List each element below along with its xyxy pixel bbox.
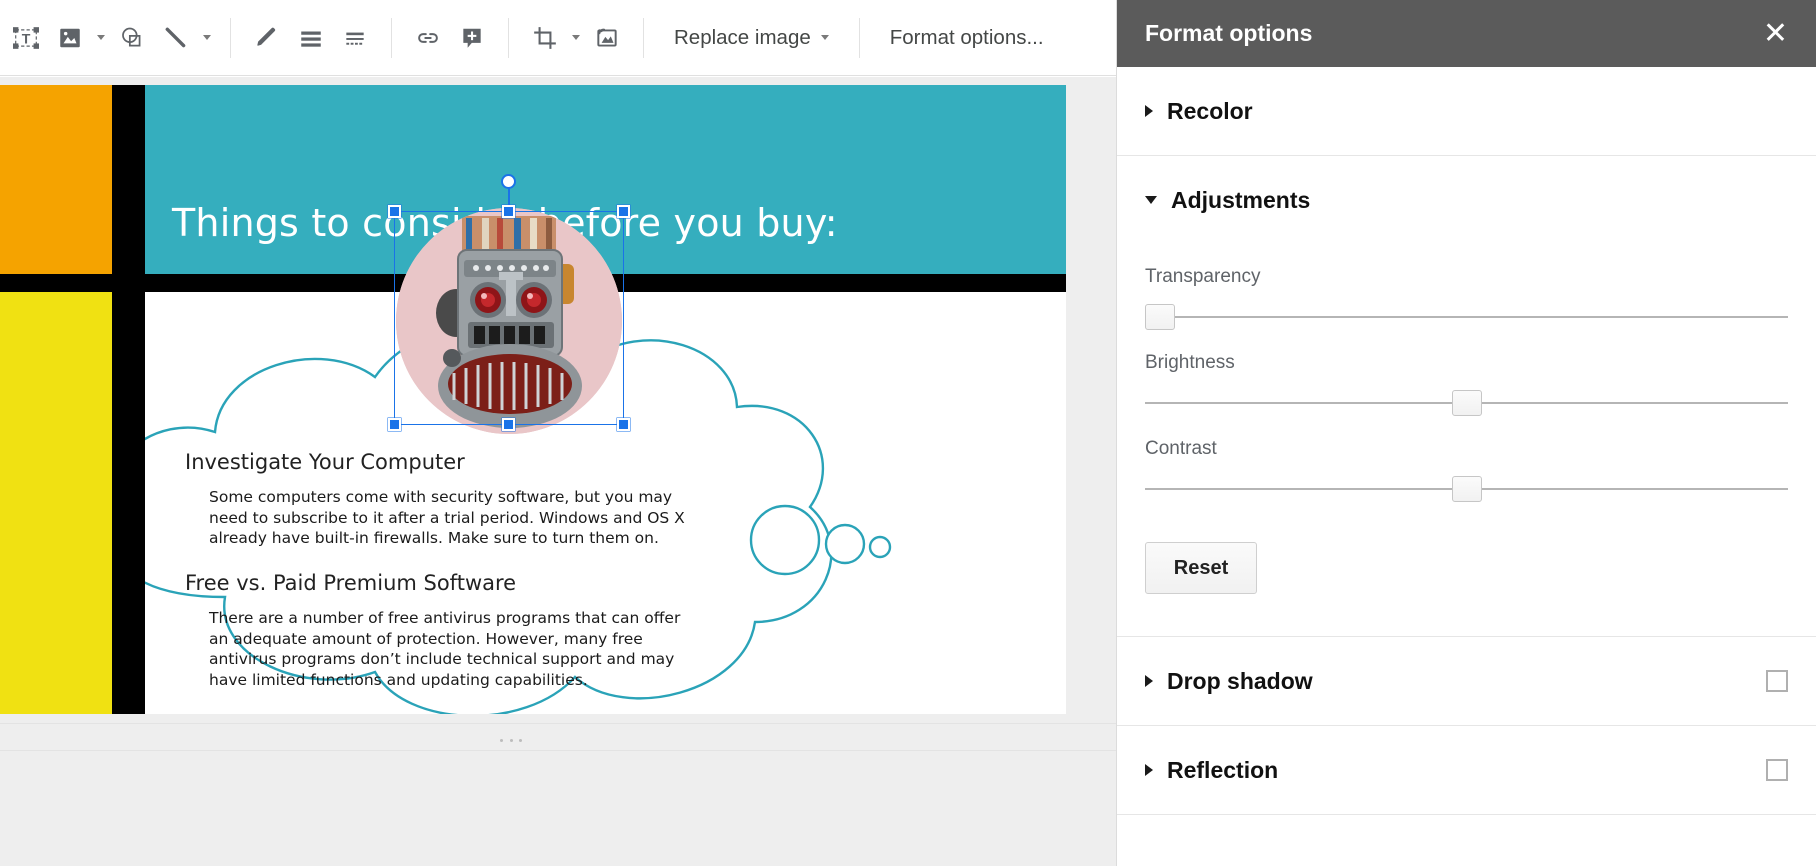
mask-image-icon[interactable] bbox=[585, 16, 629, 60]
toolbar-group-image-tools bbox=[523, 14, 629, 62]
content-heading-1: Investigate Your Computer bbox=[185, 450, 465, 474]
toolbar-divider bbox=[391, 17, 392, 58]
brightness-slider-thumb[interactable] bbox=[1451, 390, 1482, 416]
section-adjustments-label: Adjustments bbox=[1171, 186, 1311, 213]
border-dash-icon[interactable] bbox=[333, 16, 377, 60]
reset-button[interactable]: Reset bbox=[1145, 542, 1257, 594]
resize-handle-bottom-right[interactable] bbox=[617, 418, 630, 431]
section-reflection: Reflection bbox=[1117, 726, 1816, 815]
toolbar-group-insert: T bbox=[4, 14, 216, 62]
slide[interactable]: Things to consider before you buy: Inves… bbox=[0, 85, 1066, 714]
link-icon[interactable] bbox=[406, 16, 450, 60]
image-icon[interactable] bbox=[48, 16, 92, 60]
contrast-slider[interactable] bbox=[1145, 476, 1788, 502]
chevron-down-icon bbox=[1145, 196, 1157, 204]
resize-handle-top-right[interactable] bbox=[617, 205, 630, 218]
section-adjustments-header[interactable]: Adjustments bbox=[1145, 156, 1788, 244]
slide-canvas-area[interactable]: Things to consider before you buy: Inves… bbox=[0, 77, 1116, 866]
replace-image-caret-icon bbox=[820, 35, 829, 40]
format-options-button[interactable]: Format options... bbox=[874, 16, 1060, 60]
toolbar-group-insert-extras bbox=[406, 14, 494, 62]
panel-header: Format options ✕ bbox=[1117, 0, 1816, 67]
transparency-label: Transparency bbox=[1145, 266, 1261, 287]
image-dropdown-caret-icon[interactable] bbox=[92, 16, 110, 60]
toolbar-divider bbox=[858, 17, 860, 58]
svg-text:T: T bbox=[22, 30, 31, 46]
section-adjustments: Adjustments Transparency Brightness Cont… bbox=[1117, 156, 1816, 637]
toolbar-divider bbox=[643, 17, 644, 58]
drag-dot bbox=[509, 739, 513, 742]
chevron-right-icon bbox=[1145, 764, 1153, 776]
section-recolor-header[interactable]: Recolor bbox=[1145, 67, 1788, 155]
brightness-slider[interactable] bbox=[1145, 390, 1788, 416]
contrast-label: Contrast bbox=[1145, 438, 1217, 459]
text-box-icon[interactable]: T bbox=[4, 16, 48, 60]
panel-drag-handle[interactable] bbox=[500, 739, 522, 742]
contrast-slider-thumb[interactable] bbox=[1451, 476, 1482, 502]
image-toolbar: T Replace image Format options... bbox=[0, 0, 1292, 76]
teal-header-block bbox=[145, 85, 1066, 274]
section-drop-shadow-label: Drop shadow bbox=[1167, 667, 1313, 694]
rotate-handle[interactable] bbox=[501, 174, 516, 189]
resize-handle-bottom-left[interactable] bbox=[388, 418, 401, 431]
section-drop-shadow-header[interactable]: Drop shadow bbox=[1145, 637, 1788, 725]
transparency-slider[interactable] bbox=[1145, 304, 1788, 330]
toolbar-group-format bbox=[245, 14, 377, 62]
close-icon[interactable]: ✕ bbox=[1757, 15, 1794, 53]
resize-handle-top-center[interactable] bbox=[502, 205, 515, 218]
resize-handle-bottom-center[interactable] bbox=[502, 418, 515, 431]
crop-dropdown-caret-icon[interactable] bbox=[567, 16, 585, 60]
brightness-label: Brightness bbox=[1145, 352, 1235, 373]
content-paragraph-2: There are a number of free antivirus pro… bbox=[209, 609, 681, 690]
comment-icon[interactable] bbox=[450, 16, 494, 60]
fill-color-icon[interactable] bbox=[289, 16, 333, 60]
orange-block bbox=[0, 85, 112, 274]
canvas-bottom-bar bbox=[0, 723, 1116, 751]
content-paragraph-1: Some computers come with security softwa… bbox=[209, 488, 685, 548]
line-icon[interactable] bbox=[154, 16, 198, 60]
drag-dot bbox=[519, 739, 522, 742]
format-options-panel: Format options ✕ Recolor Adjustments Tra… bbox=[1116, 0, 1816, 866]
slide-text-column[interactable]: Investigate Your Computer Some computers… bbox=[185, 450, 745, 691]
replace-image-button[interactable]: Replace image bbox=[658, 16, 845, 60]
reflection-checkbox[interactable] bbox=[1766, 759, 1788, 781]
section-reflection-label: Reflection bbox=[1167, 756, 1279, 783]
yellow-block bbox=[0, 292, 112, 714]
pen-icon[interactable] bbox=[245, 16, 289, 60]
drop-shadow-checkbox[interactable] bbox=[1766, 670, 1788, 692]
panel-title: Format options bbox=[1145, 20, 1313, 46]
adjustments-body: Transparency Brightness Contrast Reset bbox=[1145, 266, 1788, 636]
section-drop-shadow: Drop shadow bbox=[1117, 637, 1816, 726]
drag-dot bbox=[500, 739, 503, 742]
section-recolor: Recolor bbox=[1117, 67, 1816, 156]
transparency-slider-track bbox=[1145, 316, 1788, 318]
section-reflection-header[interactable]: Reflection bbox=[1145, 726, 1788, 814]
format-options-label: Format options... bbox=[889, 25, 1044, 49]
chevron-right-icon bbox=[1145, 675, 1153, 687]
robot-image[interactable] bbox=[396, 208, 622, 434]
replace-image-label: Replace image bbox=[674, 25, 811, 49]
shape-icon[interactable] bbox=[110, 16, 154, 60]
toolbar-divider bbox=[230, 17, 231, 58]
resize-handle-top-left[interactable] bbox=[388, 205, 401, 218]
content-heading-2: Free vs. Paid Premium Software bbox=[185, 571, 517, 596]
crop-icon[interactable] bbox=[523, 16, 567, 60]
chevron-right-icon bbox=[1145, 105, 1153, 117]
section-recolor-label: Recolor bbox=[1167, 97, 1253, 124]
toolbar-divider bbox=[508, 17, 509, 58]
black-vertical-divider bbox=[112, 85, 145, 714]
line-dropdown-caret-icon[interactable] bbox=[198, 16, 216, 60]
slides-editor-window: T Replace image Format options... Things… bbox=[0, 0, 1816, 866]
transparency-slider-thumb[interactable] bbox=[1145, 304, 1175, 330]
